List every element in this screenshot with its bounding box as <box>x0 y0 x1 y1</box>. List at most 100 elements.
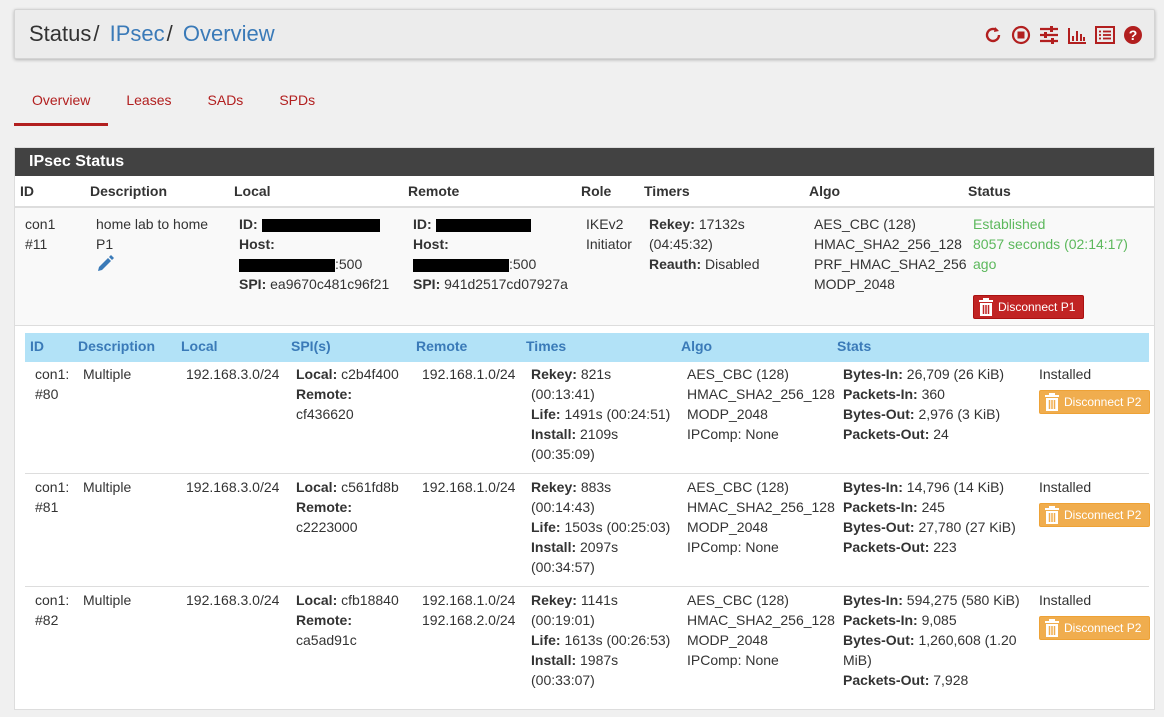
ipsec-status-panel: IPsec Status ID Description Local Remote… <box>14 147 1155 710</box>
p2-rekey-label: Rekey: <box>531 366 577 382</box>
p1-remote-port: :500 <box>509 256 537 272</box>
p1-algo-hash: HMAC_SHA2_256_128 <box>814 236 962 252</box>
p2-algo-item: AES_CBC (128) <box>687 592 789 608</box>
p2-id: con1: <box>35 366 70 382</box>
p2-bytes-out: 27,780 (27 KiB) <box>918 519 1016 535</box>
p2-rekey: 1141s <box>580 592 618 608</box>
page-header: Status/ IPsec/ Overview ? <box>14 9 1155 59</box>
p2-algo-item: AES_CBC (128) <box>687 366 789 382</box>
breadcrumb-ipsec[interactable]: IPsec <box>110 21 165 46</box>
p2-algo-item: MODP_2048 <box>687 519 768 535</box>
p2-bytes-in: 26,709 (26 KiB) <box>906 366 1005 382</box>
p1-description: home lab to home <box>96 216 209 232</box>
p2-local-subnet: 192.168.3.0/24 <box>186 366 280 382</box>
divider <box>25 473 1149 474</box>
p2-state: Installed <box>1039 366 1092 382</box>
p2-spi-local: c561fd8b <box>341 479 399 495</box>
p2-install-label: Install: <box>531 652 577 668</box>
disconnect-p2-label: Disconnect P2 <box>1064 395 1142 409</box>
p2-header-remote: Remote <box>416 338 468 354</box>
stop-icon[interactable] <box>1010 24 1032 46</box>
tab-overview[interactable]: Overview <box>14 80 109 126</box>
breadcrumb-status: Status <box>29 21 92 46</box>
p1-remote-host-label: Host: <box>413 236 449 252</box>
disconnect-p2-button[interactable]: Disconnect P2 <box>1039 503 1151 527</box>
p1-remote-id-label: ID: <box>413 216 432 232</box>
breadcrumb-overview[interactable]: Overview <box>183 21 275 46</box>
help-icon[interactable]: ? <box>1122 24 1144 46</box>
p1-reauth-label: Reauth: <box>649 256 702 272</box>
p2-bytes-out: 1,260,608 (1.20 <box>918 632 1017 648</box>
redacted-local-id <box>261 218 380 232</box>
p2-packets-in: 360 <box>921 386 945 402</box>
p2-description: Multiple <box>83 366 132 382</box>
p2-install: 1987s <box>580 652 619 668</box>
settings-icon[interactable] <box>1038 24 1060 46</box>
p2-remote-subnet-2: 192.168.2.0/24 <box>422 612 516 628</box>
p2-algo-item: MODP_2048 <box>687 632 768 648</box>
chart-icon[interactable] <box>1066 24 1088 46</box>
p1-remote-spi: 941d2517cd07927a <box>444 276 568 292</box>
p2-bytes-in: 594,275 (580 KiB) <box>906 592 1020 608</box>
p2-install-label: Install: <box>531 539 577 555</box>
p2-header-local: Local <box>181 338 218 354</box>
p2-install: 2097s <box>580 539 619 555</box>
p2-algo-item: HMAC_SHA2_256_128 <box>687 612 835 628</box>
reload-icon[interactable] <box>982 24 1004 46</box>
p2-header-id: ID <box>30 338 44 354</box>
p2-packets-in-label: Packets-In: <box>843 499 918 515</box>
edit-pencil-icon[interactable] <box>95 254 115 279</box>
p2-rekey-label: Rekey: <box>531 479 577 495</box>
p1-local-id-label: ID: <box>239 216 258 232</box>
disconnect-p2-button[interactable]: Disconnect P2 <box>1039 390 1151 414</box>
p2-remote-subnet: 192.168.1.0/24 <box>422 366 516 382</box>
p2-rekey-time: (00:14:43) <box>531 499 595 515</box>
p2-packets-out-label: Packets-Out: <box>843 672 930 688</box>
p2-algo-item: IPComp: None <box>687 652 779 668</box>
p1-status-ago: ago <box>973 256 997 272</box>
p2-id-number: #81 <box>35 499 59 515</box>
p1-role-type: Initiator <box>586 236 632 252</box>
log-icon[interactable] <box>1094 24 1116 46</box>
p2-packets-in: 9,085 <box>921 612 957 628</box>
p1-role: IKEv2 <box>586 216 624 232</box>
p1-local-host-label: Host: <box>239 236 275 252</box>
p2-bytes-out-cont: MiB) <box>843 652 872 668</box>
p2-id: con1: <box>35 479 70 495</box>
p2-local-subnet: 192.168.3.0/24 <box>186 592 280 608</box>
p1-local-spi: ea9670c481c96f21 <box>270 276 390 292</box>
trash-icon <box>979 298 993 316</box>
tab-leases[interactable]: Leases <box>108 80 189 123</box>
p2-spi-remote: cf436620 <box>296 406 354 422</box>
p2-bytes-in-label: Bytes-In: <box>843 592 903 608</box>
p2-spi-local-label: Local: <box>296 479 338 495</box>
p2-id: con1: <box>35 592 70 608</box>
tab-spds[interactable]: SPDs <box>261 80 333 123</box>
tab-sads[interactable]: SADs <box>190 80 262 123</box>
p2-packets-out: 223 <box>933 539 957 555</box>
p2-bytes-in-label: Bytes-In: <box>843 479 903 495</box>
p2-bytes-in-label: Bytes-In: <box>843 366 903 382</box>
p2-algo-item: HMAC_SHA2_256_128 <box>687 386 835 402</box>
p2-install-time: (00:35:09) <box>531 446 595 462</box>
p2-spi-remote-label: Remote: <box>296 386 353 402</box>
tab-bar: Overview Leases SADs SPDs <box>14 80 333 126</box>
p2-bytes-out: 2,976 (3 KiB) <box>918 406 1001 422</box>
p1-local-port: :500 <box>335 256 363 272</box>
p1-local-spi-label: SPI: <box>239 276 267 292</box>
p1-header-description: Description <box>90 183 168 199</box>
disconnect-p2-button[interactable]: Disconnect P2 <box>1039 616 1151 640</box>
p2-bytes-in: 14,796 (14 KiB) <box>906 479 1005 495</box>
divider <box>15 325 1154 326</box>
disconnect-p1-button[interactable]: Disconnect P1 <box>973 295 1085 319</box>
p2-spi-local: c2b4f400 <box>341 366 399 382</box>
p1-status: Established <box>973 216 1046 232</box>
redacted-remote-host <box>413 258 509 272</box>
p2-packets-out-label: Packets-Out: <box>843 539 930 555</box>
p1-algo-encryption: AES_CBC (128) <box>814 216 916 232</box>
p2-packets-out: 24 <box>933 426 949 442</box>
p2-bytes-out-label: Bytes-Out: <box>843 406 915 422</box>
p2-spi-local-label: Local: <box>296 592 338 608</box>
p1-header-role: Role <box>581 183 612 199</box>
p2-rekey: 883s <box>580 479 612 495</box>
